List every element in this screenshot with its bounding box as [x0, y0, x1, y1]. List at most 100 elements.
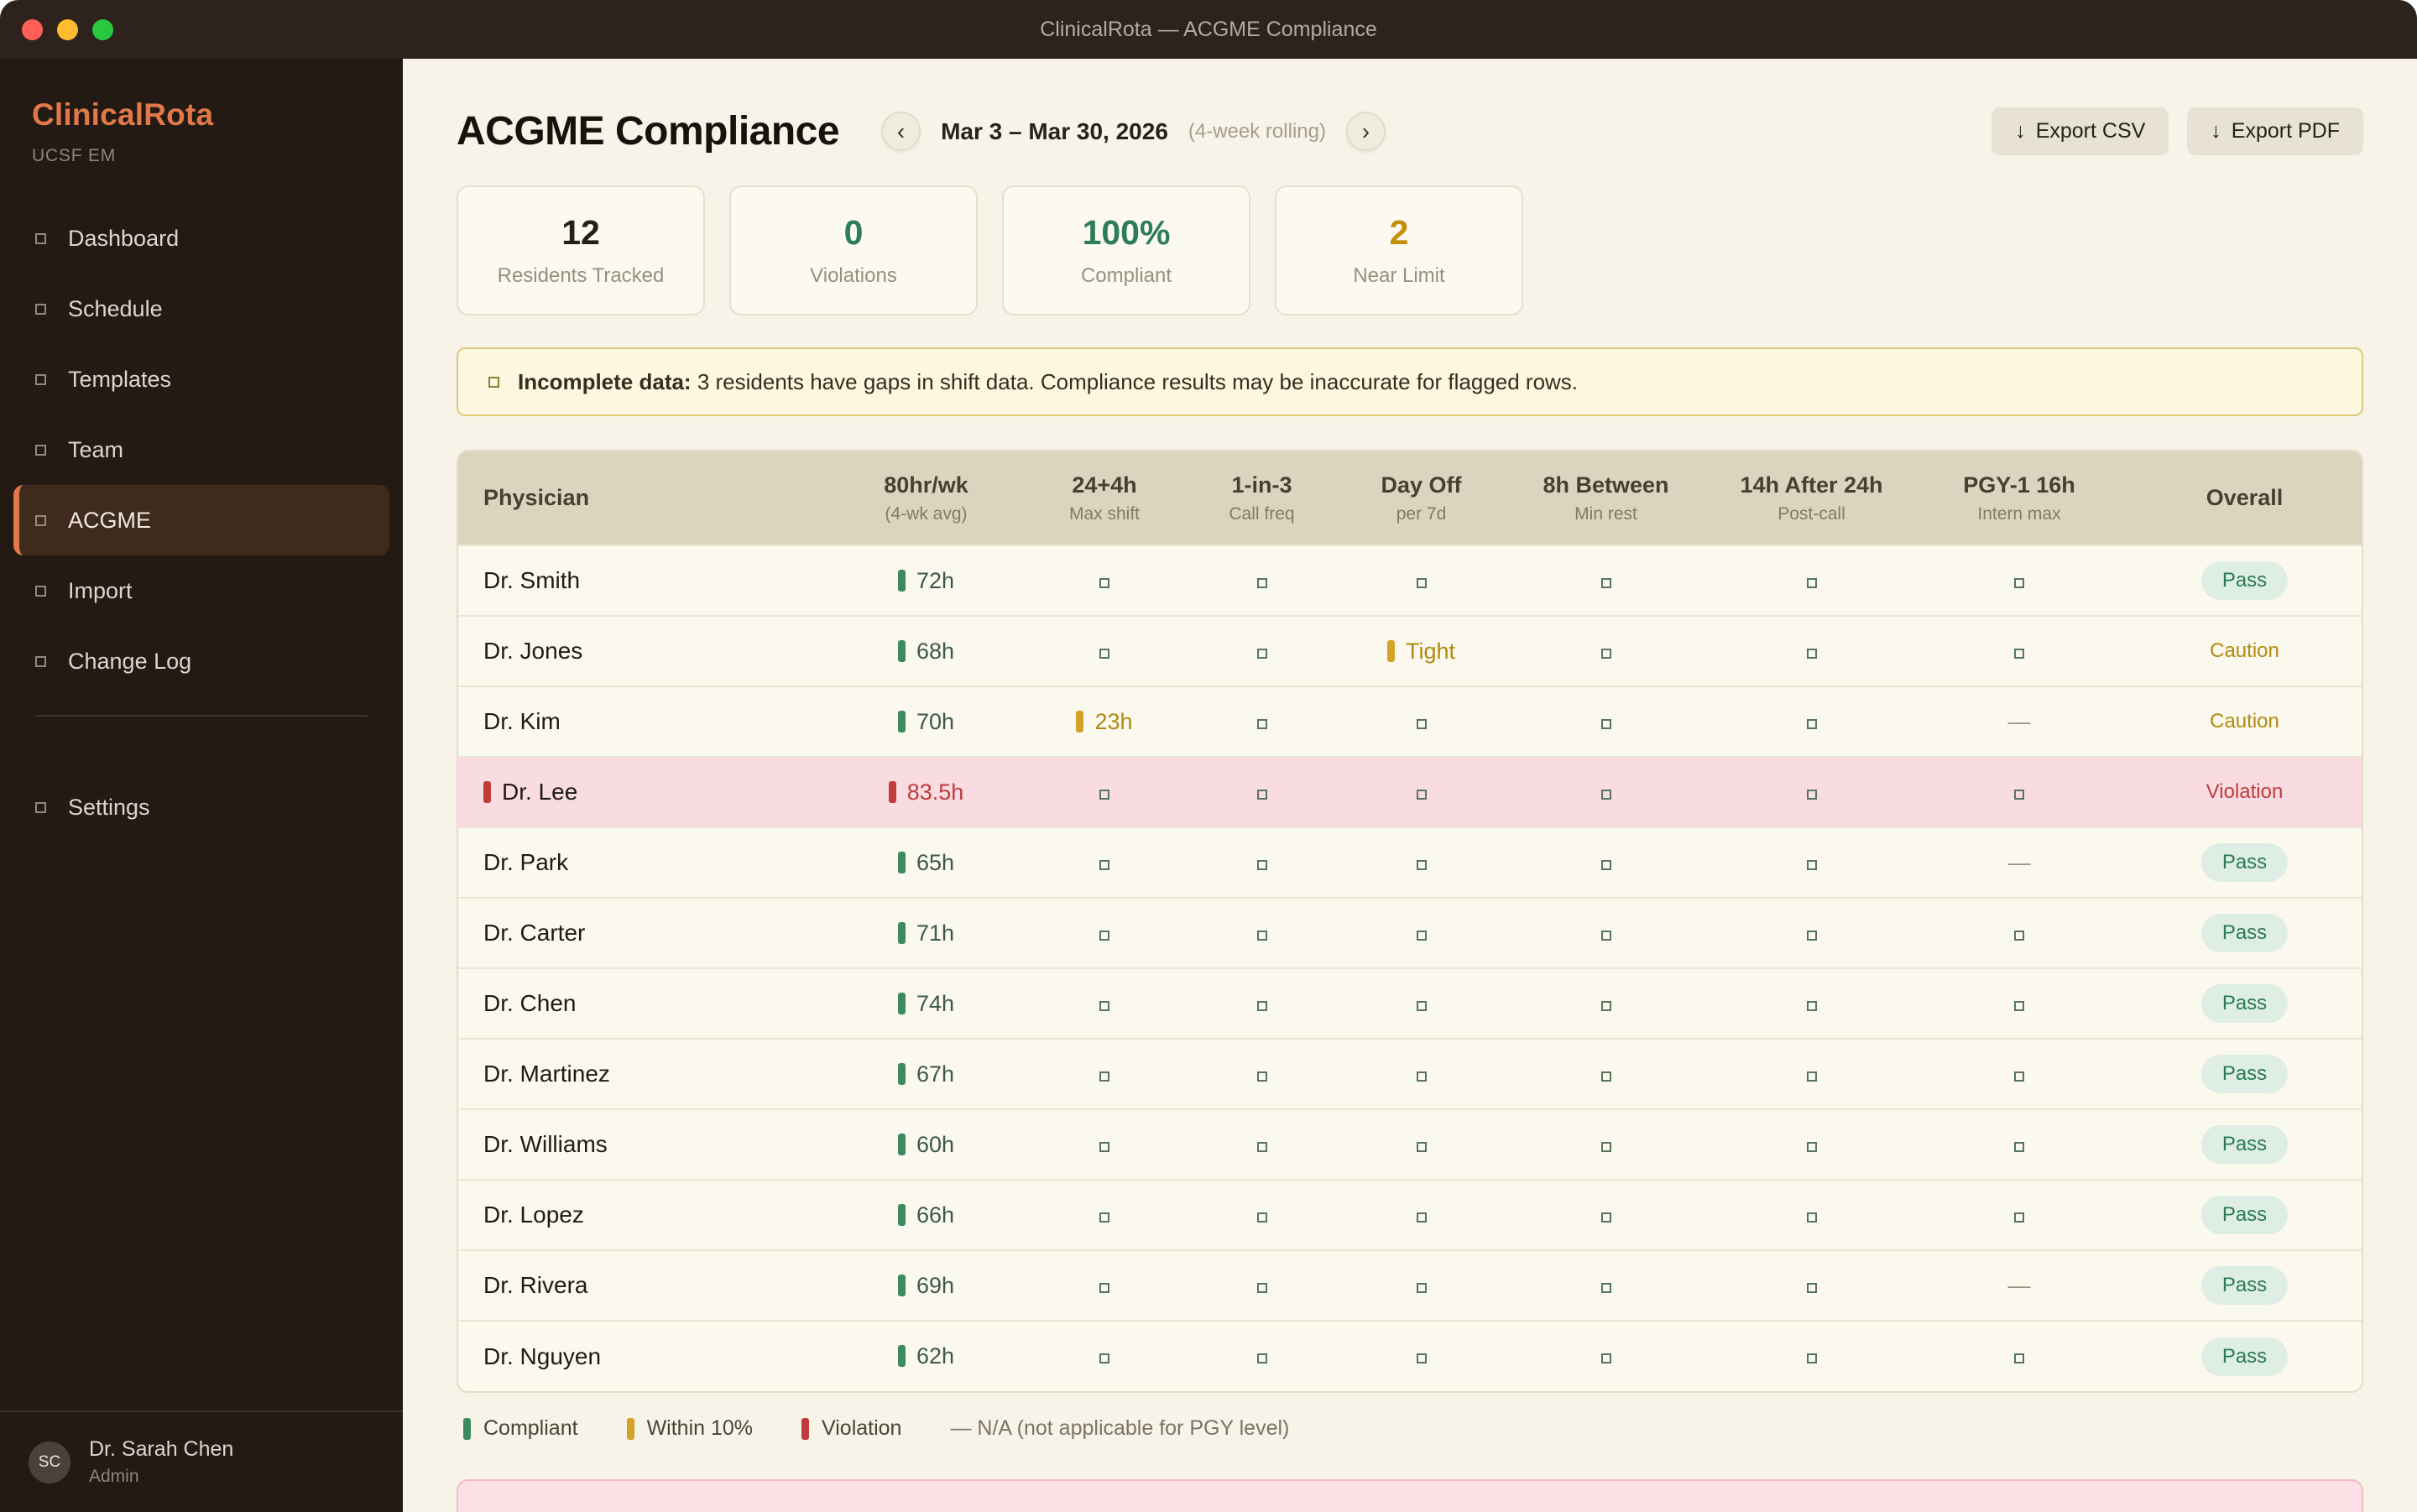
hours-value: 74h: [916, 990, 955, 1016]
check-icon: [1806, 930, 1817, 941]
column-header: Day Off per 7d: [1339, 451, 1503, 545]
violation-detail-panel: Dr. Lee — 80-Hour Rule Violation: [457, 1479, 2363, 1512]
date-range-note: (4-week rolling): [1188, 119, 1326, 143]
check-icon: [1416, 1282, 1427, 1293]
weekly-hours-cell: 83.5h: [827, 756, 1025, 827]
sidebar-item-dashboard[interactable]: Dashboard: [13, 203, 389, 274]
check-icon: [1600, 577, 1611, 588]
table-row: Dr. Chen 74h Pass: [458, 967, 2362, 1039]
check-icon: [2014, 1071, 2024, 1082]
overall-cell: Caution: [2124, 686, 2362, 757]
check-icon: [1416, 718, 1427, 729]
check-icon: [1256, 930, 1267, 941]
column-sublabel: per 7d: [1396, 503, 1447, 524]
table-row: Dr. Nguyen 62h Pass: [458, 1320, 2362, 1391]
metric-cell: [1503, 1108, 1709, 1180]
metric-cell: [1709, 1249, 1914, 1321]
status-bar-icon: [897, 1345, 906, 1367]
metric-cell: [1709, 967, 1914, 1039]
physician-name: Dr. Martinez: [483, 1061, 610, 1087]
column-sublabel: Min rest: [1574, 503, 1637, 524]
metric-cell: 23h: [1025, 686, 1184, 757]
check-icon: [1256, 1212, 1267, 1223]
sidebar-item-label: Templates: [68, 366, 172, 392]
user-panel[interactable]: SC Dr. Sarah Chen Admin: [0, 1410, 403, 1512]
metric-cell: [1503, 826, 1709, 898]
sidebar-item-templates[interactable]: Templates: [13, 344, 389, 414]
metric-cell: [1709, 756, 1914, 827]
weekly-hours-cell: 72h: [827, 545, 1025, 616]
close-button[interactable]: [22, 18, 43, 40]
sidebar-item-label: Change Log: [68, 648, 192, 674]
check-icon: [2014, 930, 2024, 941]
check-icon: [1600, 1282, 1611, 1293]
sidebar-header: ClinicalRota UCSF EM: [0, 59, 403, 166]
overall-badge: Pass: [2200, 1125, 2289, 1164]
metric-cell: [1503, 1038, 1709, 1109]
check-icon: [1600, 1000, 1611, 1011]
metric-cell: [1339, 1038, 1503, 1109]
metric-cell: [1339, 897, 1503, 968]
check-icon: [1806, 718, 1817, 729]
sidebar-item-schedule[interactable]: Schedule: [13, 274, 389, 344]
sidebar-item-import[interactable]: Import: [13, 555, 389, 626]
overall-cell: Pass: [2124, 1320, 2362, 1391]
overall-badge: Pass: [2200, 843, 2289, 882]
sidebar-item-change-log[interactable]: Change Log: [13, 626, 389, 696]
chevron-right-icon: ›: [1361, 117, 1370, 144]
metric-cell: [1709, 897, 1914, 968]
column-label: Day Off: [1381, 472, 1462, 498]
export-pdf-button[interactable]: ↓ Export PDF: [2187, 107, 2363, 155]
metric-cell: [1025, 1179, 1184, 1250]
na-dash: —: [2007, 708, 2031, 734]
column-sublabel: Max shift: [1068, 503, 1141, 524]
column-header: Physician: [458, 451, 827, 545]
weekly-hours-cell: 66h: [827, 1179, 1025, 1250]
zoom-button[interactable]: [92, 18, 113, 40]
table-row: Dr. Rivera 69h — Pass: [458, 1249, 2362, 1321]
check-icon: [1806, 577, 1817, 588]
hours-value: 60h: [916, 1131, 955, 1157]
check-icon: [1099, 859, 1109, 870]
table-row: Dr. Martinez 67h Pass: [458, 1038, 2362, 1109]
weekly-hours-cell: 70h: [827, 686, 1025, 757]
legend-item: Compliant: [463, 1416, 578, 1441]
metric-cell: [1339, 967, 1503, 1039]
na-dash: —: [2007, 1272, 2031, 1298]
table-header-row: Physician 80hr/wk (4-wk avg) 24+4h Max shift…: [458, 451, 2362, 545]
sidebar-divider: [35, 715, 368, 717]
overall-cell: Pass: [2124, 897, 2362, 968]
settings-icon: [35, 801, 46, 813]
metric-cell: [1184, 686, 1339, 757]
weekly-hours-cell: 69h: [827, 1249, 1025, 1321]
sidebar-item-acgme[interactable]: ACGME: [13, 485, 389, 555]
physician-cell: Dr. Jones: [458, 615, 827, 686]
weekly-hours-cell: 62h: [827, 1320, 1025, 1391]
metric-warning-text: 23h: [1094, 708, 1133, 734]
minimize-button[interactable]: [57, 18, 78, 40]
user-info: Dr. Sarah Chen Admin: [89, 1437, 233, 1487]
overall-badge: Caution: [2210, 639, 2279, 662]
metric-cell: [1914, 756, 2124, 827]
export-csv-button[interactable]: ↓ Export CSV: [1992, 107, 2169, 155]
metric-cell: [1184, 756, 1339, 827]
sidebar-item-label: Schedule: [68, 295, 163, 321]
physician-name: Dr. Lopez: [483, 1202, 584, 1228]
metric-cell: [1914, 1108, 2124, 1180]
hours-value: 70h: [916, 708, 955, 734]
prev-period-button[interactable]: ‹: [881, 112, 921, 151]
metric-cell: [1503, 897, 1709, 968]
check-icon: [1256, 1353, 1267, 1363]
status-bar-icon: [888, 780, 896, 803]
next-period-button[interactable]: ›: [1345, 112, 1386, 151]
sidebar-item-settings[interactable]: Settings: [13, 772, 389, 842]
warning-text-body: 3 residents have gaps in shift data. Com…: [691, 368, 1579, 394]
check-icon: [1806, 1000, 1817, 1011]
legend-swatch-icon: [463, 1417, 471, 1440]
metric-cell: [1709, 615, 1914, 686]
check-icon: [1256, 577, 1267, 588]
column-sublabel: Intern max: [1977, 503, 2061, 524]
sidebar-item-team[interactable]: Team: [13, 414, 389, 485]
metric-cell: [1339, 545, 1503, 616]
metric-cell: [1025, 615, 1184, 686]
